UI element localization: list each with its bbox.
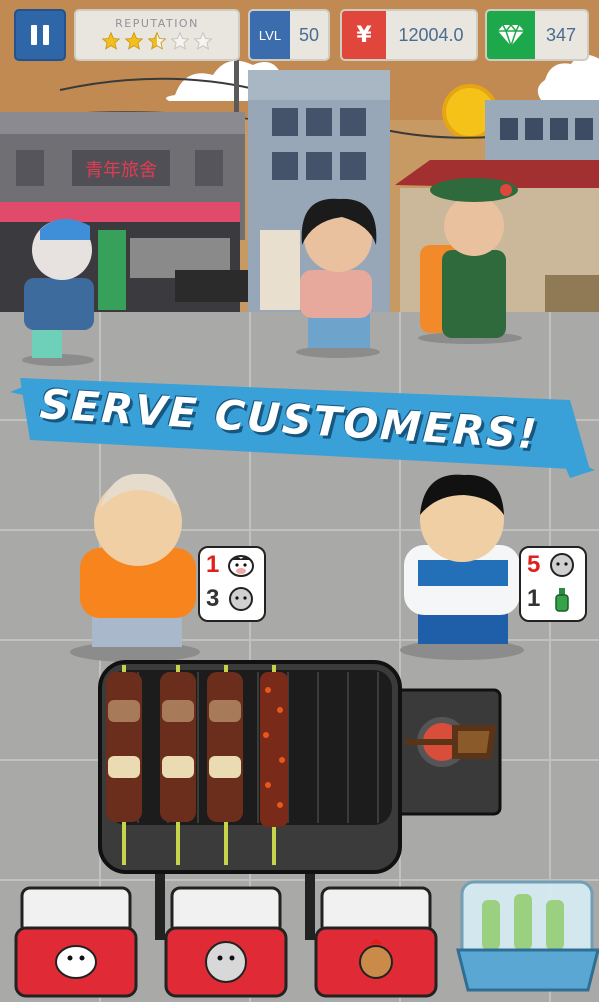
game-scene: 青年旅舍 REPUTATION LVL 50 ¥ 12004.0 347 SER… — [0, 0, 599, 1002]
star-filled-icon — [101, 31, 121, 50]
cooler-drinks[interactable] — [456, 880, 599, 992]
cooler-beef[interactable] — [14, 886, 138, 998]
sheep-icon — [550, 553, 574, 577]
cooler-chicken[interactable] — [314, 886, 438, 998]
level-tag: LVL — [250, 11, 290, 59]
sheep-icon — [229, 587, 253, 611]
background — [0, 0, 599, 1002]
star-empty-icon — [170, 31, 190, 50]
order-item: 5 — [521, 548, 585, 582]
gems-panel[interactable]: 347 — [485, 9, 589, 61]
order-qty: 3 — [206, 585, 220, 612]
star-half-icon — [147, 31, 167, 50]
level-value: 50 — [298, 24, 320, 45]
star-empty-icon — [193, 31, 213, 50]
cooler-lamb[interactable] — [164, 886, 288, 998]
hostel-sign-text: 青年旅舍 — [85, 160, 157, 181]
pause-button[interactable] — [14, 9, 66, 61]
gem-icon — [487, 11, 535, 59]
order-qty: 1 — [206, 551, 220, 578]
order-item: 3 — [200, 582, 264, 616]
order-bubble-young-man[interactable]: 5 1 — [519, 546, 587, 622]
star-filled-icon — [124, 31, 144, 50]
money-panel: ¥ 12004.0 — [340, 9, 478, 61]
money-value: 12004.0 — [398, 24, 464, 45]
pause-icon — [31, 25, 37, 45]
yen-icon: ¥ — [342, 11, 386, 59]
beer-bottle-icon — [555, 588, 569, 612]
order-item: 1 — [521, 582, 585, 616]
reputation-stars — [101, 31, 213, 51]
reputation-label: REPUTATION — [115, 17, 199, 30]
order-qty: 5 — [527, 551, 541, 578]
order-bubble-old-man[interactable]: 1 3 — [198, 546, 266, 622]
cow-icon — [228, 555, 254, 577]
hostel-sign: 青年旅舍 — [72, 152, 170, 186]
order-qty: 1 — [527, 585, 541, 612]
reputation-panel: REPUTATION — [74, 9, 240, 61]
level-panel: LVL 50 — [248, 9, 330, 61]
order-item: 1 — [200, 548, 264, 582]
pedestrian-woman-pink — [296, 198, 380, 358]
gems-value: 347 — [545, 24, 577, 45]
